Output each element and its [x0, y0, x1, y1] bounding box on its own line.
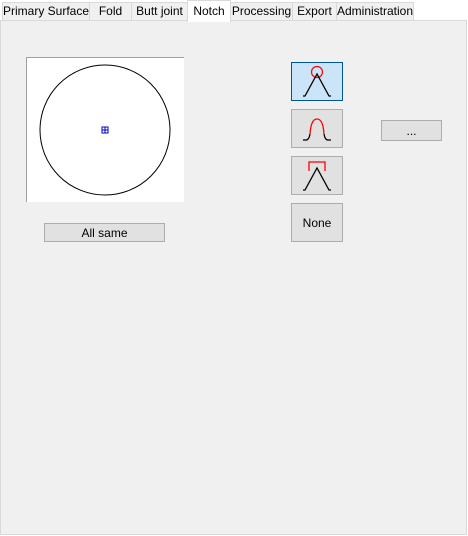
notch-rounded-icon [303, 118, 331, 141]
tab-fold[interactable]: Fold [89, 2, 132, 20]
tab-butt-joint[interactable]: Butt joint [131, 2, 188, 20]
notch-rectangular-icon [303, 161, 331, 191]
part-outline-drawing [39, 64, 171, 196]
center-point-icon [101, 126, 109, 134]
more-options-button[interactable]: ... [381, 120, 442, 141]
tab-notch[interactable]: Notch [187, 0, 231, 22]
tab-primary-surface[interactable]: Primary Surface [2, 2, 90, 20]
part-preview[interactable] [26, 57, 184, 202]
notch-rectangular-button[interactable] [291, 156, 343, 195]
tab-administration[interactable]: Administration [336, 2, 414, 20]
notch-rounded-button[interactable] [291, 109, 343, 148]
notch-settings-window: Primary Surface Fold Butt joint Notch Pr… [0, 0, 468, 536]
notch-none-button[interactable]: None [291, 203, 343, 242]
tab-export[interactable]: Export [292, 2, 337, 20]
notch-circular-icon [303, 65, 331, 97]
notch-tab-panel: All same None ... [0, 20, 467, 535]
tab-bar: Primary Surface Fold Butt joint Notch Pr… [0, 0, 468, 22]
all-same-button[interactable]: All same [44, 223, 165, 242]
tab-processing[interactable]: Processing [230, 2, 293, 20]
notch-circular-button[interactable] [291, 62, 343, 101]
